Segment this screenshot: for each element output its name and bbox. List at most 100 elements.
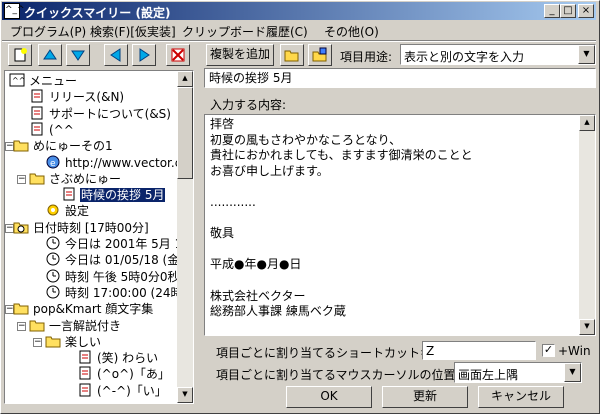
content-line: 総務部人事課 練馬ベク蔵: [210, 304, 346, 319]
update-button[interactable]: 更新: [382, 386, 468, 408]
text-file-icon: [29, 106, 45, 120]
usage-select-value: 表示と別の文字を入力: [404, 50, 525, 64]
win-checkbox[interactable]: ✓: [542, 344, 555, 357]
text-file-icon: [29, 89, 45, 103]
tree-node[interactable]: 今日は 01/05/18 (金): [45, 252, 185, 268]
tree-node-label: メニュー: [29, 74, 78, 88]
arrow-left-icon: [110, 48, 121, 62]
text-file-icon: [77, 383, 93, 397]
tree-node[interactable]: pop&Kmart 顔文字集: [13, 301, 154, 317]
tree-node[interactable]: さぶめにゅー: [29, 171, 122, 187]
chevron-down-icon[interactable]: ▼: [578, 45, 595, 64]
shortcut-input[interactable]: Z: [422, 341, 536, 360]
content-line: 貴社におかれましても、ますます御清栄のことと: [210, 148, 473, 163]
arrow-right-icon: [139, 48, 150, 62]
tree-node-label: (^o^)「あ」: [97, 367, 170, 382]
text-file-icon: [77, 350, 93, 364]
clock-icon: [45, 285, 61, 299]
menu-clipboard-history[interactable]: クリップボード履歴(C): [182, 23, 308, 40]
tree-node[interactable]: 今日は 2001年 5月 18: [45, 236, 191, 252]
cursor-position-label: 項目ごとに割り当てるマウスカーソルの位置:: [216, 368, 460, 382]
menu-program[interactable]: プログラム(P): [10, 23, 86, 40]
tree-node[interactable]: (^o^)「あ」: [77, 366, 171, 382]
tree-node-label: (^^: [49, 122, 74, 137]
content-line: お喜び申し上げます。: [210, 163, 329, 178]
clock-icon: [45, 252, 61, 266]
delete-button[interactable]: [166, 44, 190, 66]
tree-node[interactable]: (^^: [29, 122, 75, 138]
clock-icon: [45, 269, 61, 283]
content-line: 拝啓: [210, 117, 235, 131]
tree-node[interactable]: 一言解説付き: [29, 318, 122, 334]
usage-select[interactable]: 表示と別の文字を入力 ▼: [400, 44, 596, 65]
clock-icon: [45, 236, 61, 250]
new-item-icon: [14, 48, 27, 62]
svg-text:e: e: [50, 159, 56, 169]
tree-node[interactable]: 時刻 17:00:00 (24時間: [45, 285, 194, 301]
toolbar-separator: [2, 40, 596, 42]
shortcut-value: Z: [426, 344, 435, 358]
tree-node[interactable]: 設定: [45, 203, 90, 219]
move-left-button[interactable]: [104, 44, 128, 66]
tree-node[interactable]: リリース(&N): [29, 89, 125, 105]
tree-collapse-toggle[interactable]: −: [17, 174, 26, 184]
minimize-button[interactable]: _: [544, 4, 560, 18]
move-down-button[interactable]: [66, 44, 90, 66]
open-button[interactable]: [280, 44, 304, 66]
folder-open-icon: [284, 50, 299, 62]
tree-node[interactable]: サポートについて(&S): [29, 106, 172, 122]
tree-node-label: 時刻 17:00:00 (24時間: [65, 285, 194, 300]
move-up-button[interactable]: [38, 44, 62, 66]
tree-node-label: サポートについて(&S): [49, 106, 171, 121]
cursor-chevron-down-icon[interactable]: ▼: [564, 363, 581, 382]
tree-node[interactable]: 日付時刻 [17時00分]: [13, 220, 150, 236]
tree-node[interactable]: 楽しい: [45, 334, 102, 350]
menu-bar: プログラム(P) 検索(F)[仮実装] クリップボード履歴(C) その他(O): [2, 21, 596, 39]
folder-save-icon: [312, 47, 327, 62]
content-scrollbar[interactable]: ▲ ▼: [579, 115, 595, 335]
menu-other[interactable]: その他(O): [324, 23, 379, 40]
tree-node[interactable]: ^^ メニュー: [9, 73, 78, 89]
maximize-button[interactable]: □: [560, 4, 576, 18]
content-line: 平成●年●月●日: [210, 257, 302, 272]
scroll-thumb[interactable]: [177, 87, 193, 179]
scroll-up-icon[interactable]: ▲: [177, 71, 193, 87]
menu-tree[interactable]: ^^ メニュー リリース(&N) サポートについて(&S) (^^ − めにゅーその1 e ht…: [4, 70, 194, 404]
tree-node[interactable]: めにゅーその1: [13, 138, 114, 154]
title-bar[interactable]: ^_^ クイックスマイリー (設定) _ □ ×: [2, 2, 596, 20]
close-button[interactable]: ×: [578, 4, 594, 18]
cursor-position-select[interactable]: 画面左上隅 ▼: [454, 362, 582, 383]
tree-node[interactable]: (笑) わらい: [77, 350, 159, 366]
add-copy-button[interactable]: 複製を追加: [206, 44, 274, 66]
cursor-position-value: 画面左上隅: [458, 368, 519, 382]
folder-icon: [45, 334, 61, 348]
tree-node[interactable]: 時刻 午後 5時0分0秒: [45, 269, 181, 285]
tree-node-label: 今日は 01/05/18 (金): [65, 253, 184, 268]
ok-button[interactable]: OK: [286, 386, 372, 408]
tree-collapse-toggle[interactable]: −: [33, 337, 42, 347]
save-button[interactable]: [308, 44, 332, 66]
cancel-button[interactable]: キャンセル: [478, 386, 564, 408]
folder-icon: [13, 301, 29, 315]
content-scroll-up-icon[interactable]: ▲: [579, 115, 595, 131]
tree-node-label: めにゅーその1: [33, 139, 113, 154]
win-checkbox-label: +Win: [558, 344, 591, 358]
content-textarea[interactable]: 拝啓 初夏の風もさわやかなころとなり、 貴社におかれましても、ますます御清栄のことと…: [204, 114, 596, 336]
tree-node-label: 楽しい: [65, 334, 102, 349]
content-scroll-down-icon[interactable]: ▼: [579, 319, 595, 335]
tree-node-label: 設定: [65, 204, 90, 219]
scroll-down-icon[interactable]: ▼: [177, 387, 193, 403]
item-title-field[interactable]: 時候の挨拶 5月: [204, 68, 596, 88]
new-item-button[interactable]: [8, 44, 32, 66]
tree-node-label: さぶめにゅー: [49, 171, 122, 186]
tree-node-label: リリース(&N): [49, 90, 125, 105]
tree-collapse-toggle[interactable]: −: [17, 321, 26, 331]
move-right-button[interactable]: [132, 44, 156, 66]
tree-node[interactable]: e http://www.vector.co.jp: [45, 155, 193, 171]
menu-search[interactable]: 検索(F)[仮実装]: [90, 23, 176, 40]
tree-scrollbar[interactable]: ▲ ▼: [177, 71, 193, 403]
content-line: 株式会社ベクター: [210, 288, 306, 303]
settings-icon: [45, 203, 61, 217]
tree-node[interactable]: (^-^)「い」: [77, 383, 168, 399]
tree-node[interactable]: 時候の挨拶 5月: [61, 187, 166, 203]
